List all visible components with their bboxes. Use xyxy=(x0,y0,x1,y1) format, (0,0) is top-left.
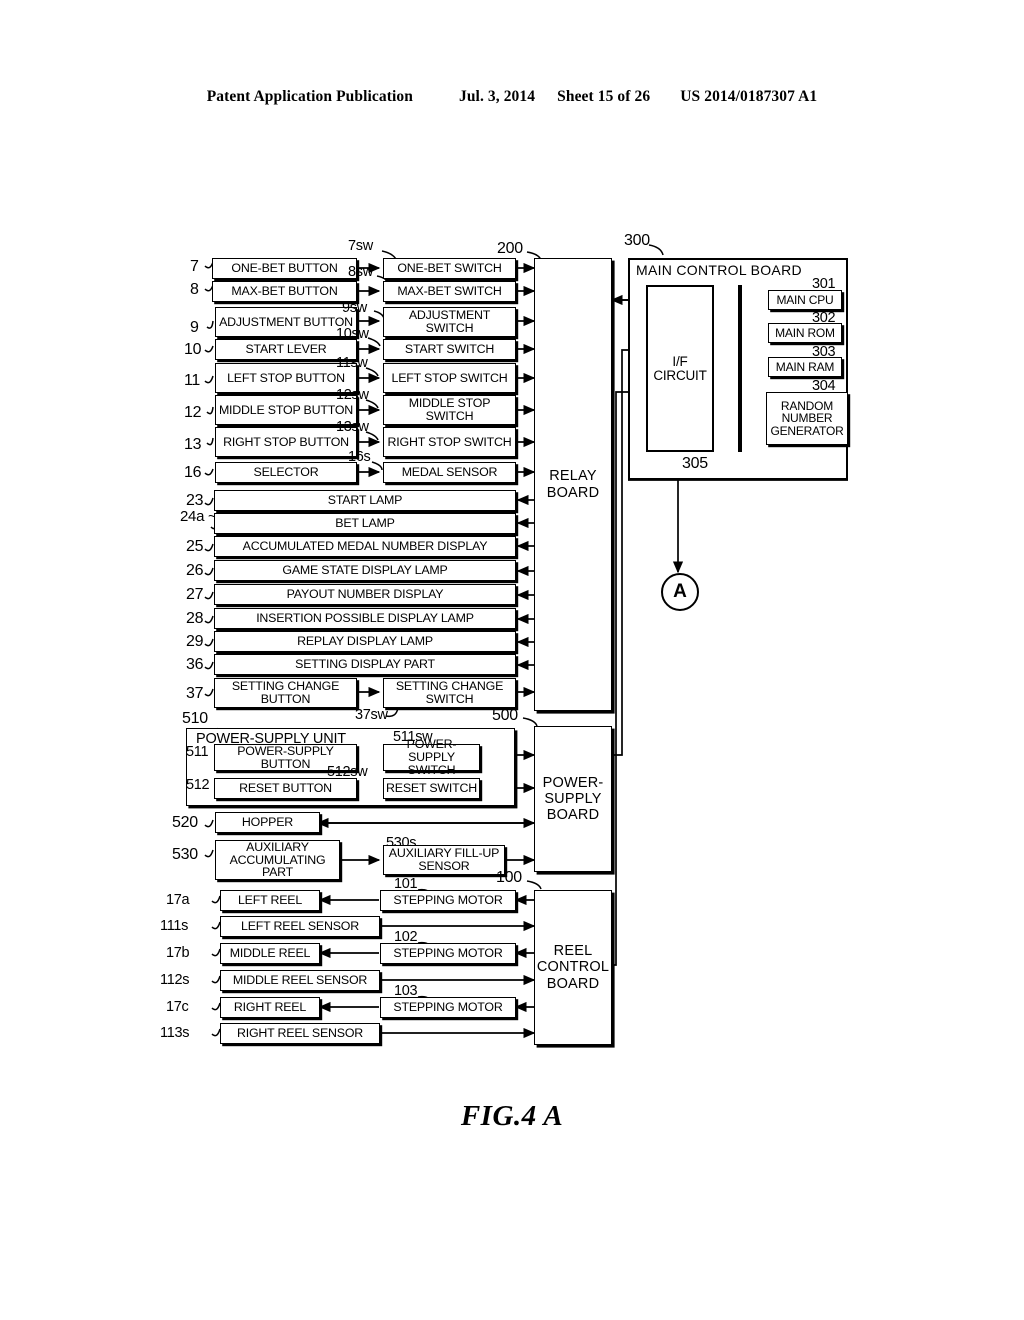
motor-middle-stepping: STEPPING MOTOR xyxy=(380,943,516,964)
ref-label-37sw: 37sw xyxy=(355,707,388,723)
ref-label-7: 7 xyxy=(190,258,199,275)
ref-label-17b: 17b xyxy=(166,945,190,961)
display-insertion-possible-lamp: INSERTION POSSIBLE DISPLAY LAMP xyxy=(214,608,516,629)
display-start-lamp: START LAMP xyxy=(214,490,516,511)
switch-power-supply[interactable]: POWER-SUPPLY SWITCH xyxy=(383,738,480,776)
ref-label-25: 25 xyxy=(186,538,204,555)
switch-middle-stop[interactable]: MIDDLE STOP SWITCH xyxy=(383,395,516,425)
ref-label-29: 29 xyxy=(186,633,204,650)
module-random-number-generator: RANDOM NUMBER GENERATOR xyxy=(766,392,848,445)
device-max-bet-button[interactable]: MAX-BET BUTTON xyxy=(212,281,357,302)
main-control-board-title: MAIN CONTROL BOARD xyxy=(636,262,802,278)
motor-right-stepping: STEPPING MOTOR xyxy=(380,997,516,1018)
ref-label-300: 300 xyxy=(624,232,650,249)
switch-reset[interactable]: RESET SWITCH xyxy=(383,778,480,799)
switch-setting-change[interactable]: SETTING CHANGE SWITCH xyxy=(383,678,516,708)
display-bet-lamp: BET LAMP xyxy=(214,513,516,534)
display-setting-part: SETTING DISPLAY PART xyxy=(214,654,516,675)
sensor-right-reel: RIGHT REEL SENSOR xyxy=(220,1023,380,1044)
switch-adjustment[interactable]: ADJUSTMENT SWITCH xyxy=(383,307,516,337)
ref-label-27: 27 xyxy=(186,586,204,603)
figure-caption: FIG.4 A xyxy=(460,1100,564,1132)
ref-label-510: 510 xyxy=(182,710,208,727)
module-main-ram: MAIN RAM xyxy=(768,357,842,377)
switch-max-bet[interactable]: MAX-BET SWITCH xyxy=(383,281,516,302)
switch-medal-sensor[interactable]: MEDAL SENSOR xyxy=(383,462,516,483)
ref-label-13sw: 13sw xyxy=(336,419,369,435)
ref-label-100: 100 xyxy=(496,869,522,886)
ref-label-512: 512 xyxy=(186,777,210,793)
ref-label-28: 28 xyxy=(186,610,204,627)
ref-label-12: 12 xyxy=(184,404,202,421)
module-main-cpu: MAIN CPU xyxy=(768,290,842,310)
ref-label-112s: 112s xyxy=(160,972,190,988)
ref-label-36: 36 xyxy=(186,656,204,673)
relay-board: RELAY BOARD xyxy=(534,258,612,711)
power-supply-board: POWER- SUPPLY BOARD xyxy=(534,726,612,872)
ref-label-530: 530 xyxy=(172,846,198,863)
switch-one-bet[interactable]: ONE-BET SWITCH xyxy=(383,258,516,279)
ref-label-200: 200 xyxy=(497,240,523,257)
sensor-left-reel: LEFT REEL SENSOR xyxy=(220,916,380,937)
ref-label-10sw: 10sw xyxy=(336,326,369,342)
ref-label-500: 500 xyxy=(492,707,518,724)
ref-label-37: 37 xyxy=(186,685,204,702)
if-circuit-block: I/F CIRCUIT xyxy=(646,285,714,452)
connector-a: A xyxy=(661,573,699,611)
device-right-reel: RIGHT REEL xyxy=(220,997,320,1018)
switch-start[interactable]: START SWITCH xyxy=(383,339,516,360)
module-main-rom: MAIN ROM xyxy=(768,323,842,343)
motor-left-stepping: STEPPING MOTOR xyxy=(380,890,516,911)
ref-label-520: 520 xyxy=(172,814,198,831)
device-hopper: HOPPER xyxy=(215,812,320,833)
ref-label-111s: 111s xyxy=(160,918,189,934)
ref-label-12sw: 12sw xyxy=(336,387,369,403)
device-auxiliary-accumulating-part: AUXILIARY ACCUMULATING PART xyxy=(215,840,340,880)
ref-label-8sw: 8sw xyxy=(348,264,373,280)
switch-right-stop[interactable]: RIGHT STOP SWITCH xyxy=(383,427,516,457)
ref-label-26: 26 xyxy=(186,562,204,579)
ref-label-8: 8 xyxy=(190,281,199,298)
device-setting-change-button[interactable]: SETTING CHANGE BUTTON xyxy=(214,678,357,708)
ref-label-512sw: 512sw xyxy=(327,764,368,780)
display-payout-number: PAYOUT NUMBER DISPLAY xyxy=(214,584,516,605)
switch-left-stop[interactable]: LEFT STOP SWITCH xyxy=(383,363,516,393)
display-replay-lamp: REPLAY DISPLAY LAMP xyxy=(214,631,516,652)
sensor-middle-reel: MIDDLE REEL SENSOR xyxy=(220,970,380,991)
ref-label-11sw: 11sw xyxy=(336,355,368,371)
ref-label-16: 16 xyxy=(184,464,202,481)
ref-label-11: 11 xyxy=(184,372,201,389)
ref-label-16s: 16s xyxy=(348,449,371,465)
device-selector[interactable]: SELECTOR xyxy=(215,462,357,483)
display-accumulated-medal-number: ACCUMULATED MEDAL NUMBER DISPLAY xyxy=(214,536,516,557)
display-game-state-lamp: GAME STATE DISPLAY LAMP xyxy=(214,560,516,581)
reel-control-board: REEL CONTROL BOARD xyxy=(534,890,612,1045)
sensor-auxiliary-fill-up: AUXILIARY FILL-UP SENSOR xyxy=(383,845,505,875)
ref-label-13: 13 xyxy=(184,436,202,453)
device-middle-reel: MIDDLE REEL xyxy=(220,943,320,964)
ref-label-9sw: 9sw xyxy=(342,300,367,316)
ref-label-511: 511 xyxy=(186,744,209,760)
device-reset-button[interactable]: RESET BUTTON xyxy=(214,778,357,799)
ref-label-9: 9 xyxy=(190,319,199,336)
ref-label-305: 305 xyxy=(682,455,708,472)
device-left-reel: LEFT REEL xyxy=(220,890,320,911)
ref-label-113s: 113s xyxy=(160,1025,190,1041)
internal-bus xyxy=(738,285,742,452)
ref-label-17a: 17a xyxy=(166,892,190,908)
ref-label-10: 10 xyxy=(184,341,202,358)
device-one-bet-button[interactable]: ONE-BET BUTTON xyxy=(212,258,357,279)
ref-label-17c: 17c xyxy=(166,999,189,1015)
ref-label-7sw: 7sw xyxy=(348,238,373,254)
